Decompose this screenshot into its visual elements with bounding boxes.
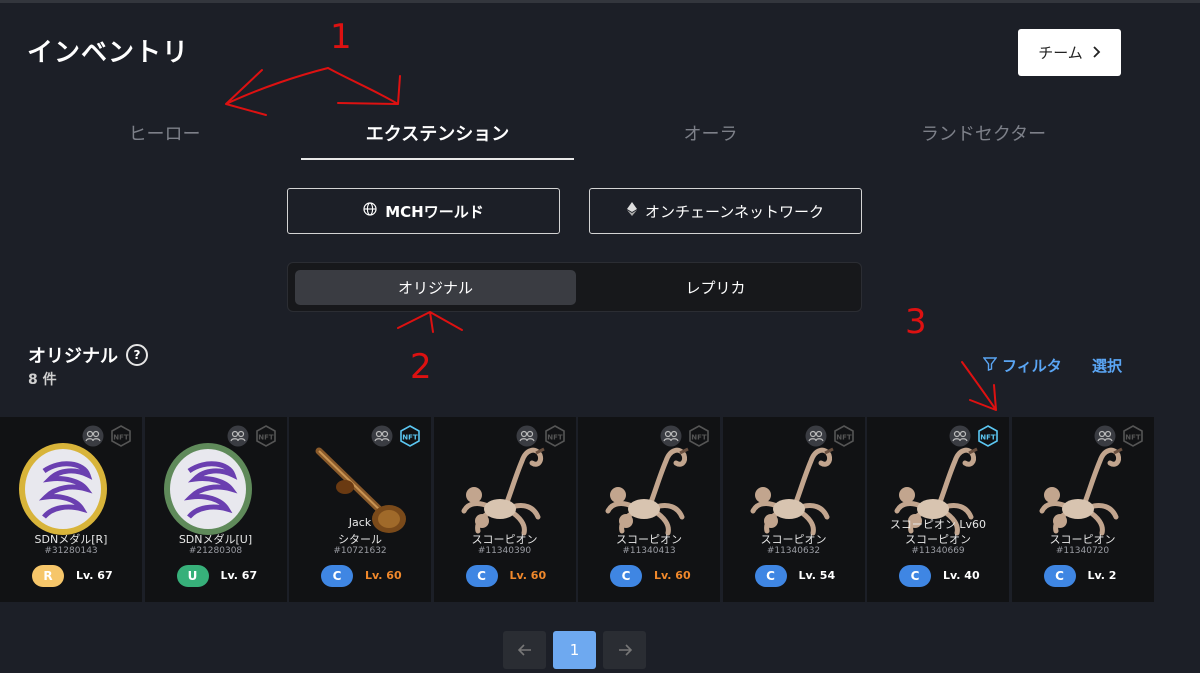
chevron-right-icon: [1091, 44, 1101, 62]
card-name: SDNメダル[U]: [178, 533, 253, 546]
tab-land-sector-label: ランドセクター: [920, 124, 1047, 145]
annotation-2: 2: [410, 347, 432, 387]
globe-icon: [363, 202, 377, 220]
page-title: インベントリ: [27, 38, 190, 68]
card-level: Lv. 2: [1087, 569, 1117, 582]
category-tabs: ヒーロー エクステンション オーラ ランドセクター: [28, 112, 1178, 160]
card-title: スコーピオン Lv60: [889, 518, 987, 531]
card-id: #11340390: [477, 546, 532, 556]
team-button[interactable]: チーム: [1018, 29, 1121, 76]
section-title-text: オリジナル: [28, 346, 118, 367]
select-button[interactable]: 選択: [1092, 355, 1122, 376]
rarity-badge: C: [754, 565, 787, 587]
annotation-3: 3: [905, 302, 927, 342]
card-level: Lv. 60: [365, 569, 402, 582]
inventory-card[interactable]: NFT スコーピオン #11340632 C Lv. 54: [722, 417, 865, 602]
inventory-card[interactable]: NFT スコーピオン #11340413 C Lv. 60: [578, 417, 720, 602]
card-level: Lv. 67: [76, 569, 113, 582]
rarity-badge: C: [465, 565, 498, 587]
team-button-label: チーム: [1038, 44, 1083, 62]
annotation-1: 1: [330, 17, 352, 57]
segment-original[interactable]: オリジナル: [295, 270, 576, 305]
page-1-button[interactable]: 1: [553, 631, 596, 669]
card-name: シタール: [338, 533, 382, 546]
scorpion-image: [739, 437, 849, 537]
section-title: オリジナル ?: [28, 342, 148, 368]
tab-hero[interactable]: ヒーロー: [28, 112, 301, 160]
onchain-network-button[interactable]: オンチェーンネットワーク: [589, 188, 862, 234]
rarity-badge: C: [899, 565, 931, 587]
inventory-card[interactable]: NFT SDNメダル[R] #31280143 R Lv. 67: [0, 417, 142, 602]
inventory-card[interactable]: NFT スコーピオン Lv60 スコーピオン #11340669 C Lv. 40: [867, 417, 1009, 602]
annotation-arrow-1-left: [225, 67, 329, 116]
card-id: #11340413: [622, 546, 676, 556]
card-id: #11340669: [911, 546, 965, 556]
tab-hero-label: ヒーロー: [128, 124, 201, 145]
inventory-card[interactable]: NFT Jack シタール #10721632 C Lv. 60: [289, 417, 431, 602]
tab-extension-label: エクステンション: [365, 124, 510, 145]
prev-page-button[interactable]: [503, 631, 546, 669]
item-count: 8 件: [28, 372, 57, 388]
card-name: スコーピオン: [471, 533, 538, 546]
top-divider: [0, 0, 1200, 3]
tab-land-sector[interactable]: ランドセクター: [847, 112, 1120, 160]
filter-label: フィルタ: [1002, 357, 1062, 375]
help-icon[interactable]: ?: [126, 344, 148, 366]
tab-aura-label: オーラ: [683, 124, 738, 145]
card-level: Lv. 67: [220, 569, 258, 582]
mch-world-button[interactable]: MCHワールド: [287, 188, 560, 234]
tab-aura[interactable]: オーラ: [574, 112, 847, 160]
card-name: スコーピオン: [1049, 533, 1116, 546]
rarity-badge: C: [321, 565, 353, 587]
segment-replica-label: レプリカ: [685, 279, 746, 297]
annotation-arrow-1-right: [327, 67, 401, 105]
card-id: #10721632: [333, 546, 387, 556]
card-level: Lv. 60: [509, 569, 547, 582]
medal-image: [16, 437, 126, 537]
origin-segment-control: オリジナル レプリカ: [287, 262, 862, 312]
segment-replica[interactable]: レプリカ: [575, 270, 856, 305]
arrow-left-icon: [517, 644, 531, 656]
annotation-arrow-2: [397, 311, 463, 333]
rarity-badge: R: [32, 565, 64, 587]
card-title: Jack: [348, 516, 372, 529]
card-id: #31280143: [44, 546, 98, 556]
card-level: Lv. 54: [798, 569, 836, 582]
scorpion-image: [450, 437, 560, 537]
rarity-badge: C: [610, 565, 642, 587]
inventory-card[interactable]: NFT SDNメダル[U] #21280308 U Lv. 67: [144, 417, 287, 602]
rarity-badge: C: [1043, 565, 1076, 587]
inventory-card[interactable]: NFT スコーピオン #11340720 C Lv. 2: [1011, 417, 1154, 602]
card-name: スコーピオン: [905, 533, 971, 546]
segment-original-label: オリジナル: [397, 279, 473, 297]
arrow-right-icon: [618, 644, 632, 656]
card-name: スコーピオン: [760, 533, 827, 546]
next-page-button[interactable]: [603, 631, 646, 669]
card-level: Lv. 40: [943, 569, 980, 582]
card-name: スコーピオン: [616, 533, 682, 546]
ethereum-icon: [627, 202, 638, 220]
funnel-icon: [982, 356, 998, 375]
card-name: SDNメダル[R]: [34, 533, 108, 546]
medal-image: [161, 437, 271, 537]
scorpion-image: [594, 437, 704, 537]
card-level: Lv. 60: [654, 569, 691, 582]
rarity-badge: U: [176, 565, 209, 587]
mch-world-label: MCHワールド: [385, 202, 484, 221]
card-id: #11340632: [766, 546, 821, 556]
tab-extension[interactable]: エクステンション: [301, 112, 574, 160]
filter-button[interactable]: フィルタ: [982, 355, 1062, 376]
onchain-network-label: オンチェーンネットワーク: [645, 202, 824, 221]
card-id: #21280308: [188, 546, 243, 556]
card-id: #11340720: [1055, 546, 1110, 556]
scorpion-image: [1028, 437, 1138, 537]
inventory-card[interactable]: NFT スコーピオン #11340390 C Lv. 60: [433, 417, 576, 602]
